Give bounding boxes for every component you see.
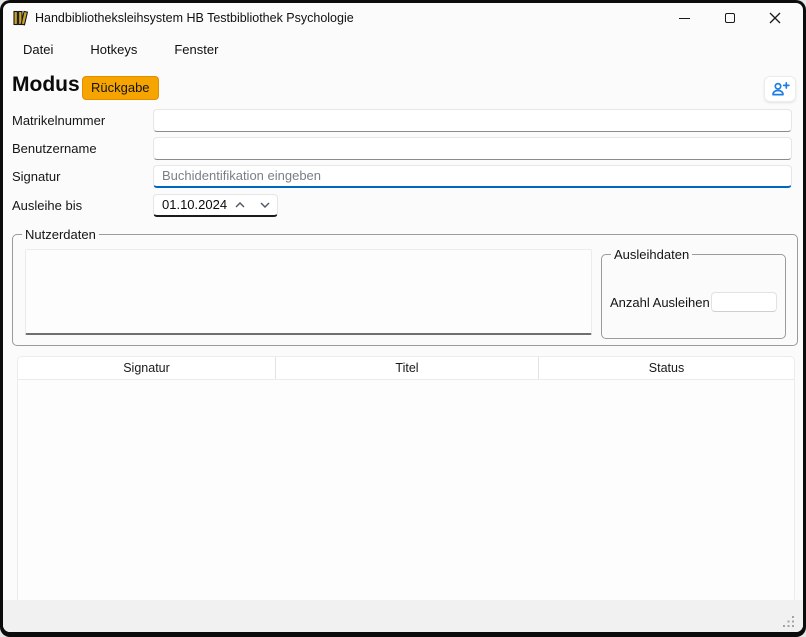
results-table: Signatur Titel Status [17, 356, 795, 603]
matrikelnummer-input[interactable] [153, 109, 792, 132]
anzahl-ausleihen-label: Anzahl Ausleihen [610, 295, 711, 310]
window-body: Handbibliotheksleihsystem HB Testbibliot… [3, 3, 803, 632]
anzahl-ausleihen-row: Anzahl Ausleihen [610, 291, 777, 313]
library-books-icon [13, 10, 29, 26]
close-icon [769, 12, 781, 24]
nutzerdaten-group-label: Nutzerdaten [22, 227, 99, 242]
anzahl-ausleihen-input[interactable] [711, 292, 777, 312]
page-title: Modus [12, 73, 80, 97]
form-row-signatur: Signatur [12, 164, 792, 188]
ausleihdaten-group: Ausleihdaten Anzahl Ausleihen [601, 254, 786, 339]
app-window: Handbibliotheksleihsystem HB Testbibliot… [0, 0, 806, 637]
nutzerdaten-textarea[interactable] [25, 249, 592, 335]
benutzername-label: Benutzername [12, 141, 153, 156]
title-bar: Handbibliotheksleihsystem HB Testbibliot… [3, 3, 803, 33]
signatur-label: Signatur [12, 169, 153, 184]
signatur-input[interactable] [153, 165, 792, 188]
menu-bar: Datei Hotkeys Fenster [3, 33, 803, 65]
window-title: Handbibliotheksleihsystem HB Testbibliot… [35, 3, 354, 33]
benutzername-input[interactable] [153, 137, 792, 160]
minimize-button[interactable] [662, 3, 707, 33]
table-body [18, 380, 794, 602]
column-header-titel[interactable]: Titel [276, 357, 539, 379]
table-header: Signatur Titel Status [18, 357, 794, 380]
date-spinner[interactable]: 01.10.2024 [153, 194, 278, 217]
status-bar [3, 600, 803, 632]
matrikelnummer-label: Matrikelnummer [12, 113, 153, 128]
menu-item-datei[interactable]: Datei [18, 39, 58, 60]
menu-item-hotkeys[interactable]: Hotkeys [85, 39, 142, 60]
ausleihe-bis-label: Ausleihe bis [12, 198, 153, 213]
date-decrement-button[interactable] [252, 195, 277, 215]
form-row-benutzername: Benutzername [12, 136, 792, 160]
mode-badge: Rückgabe [82, 76, 159, 100]
maximize-button[interactable] [707, 3, 752, 33]
form-row-ausleihe-bis: Ausleihe bis 01.10.2024 [12, 193, 792, 217]
resize-grip[interactable] [781, 614, 795, 628]
add-user-button[interactable] [764, 76, 796, 102]
ausleihdaten-group-label: Ausleihdaten [611, 247, 692, 262]
form-row-matrikelnummer: Matrikelnummer [12, 108, 792, 132]
date-value: 01.10.2024 [154, 197, 227, 212]
maximize-icon [725, 13, 735, 23]
column-header-status[interactable]: Status [539, 357, 794, 379]
chevron-up-icon [235, 202, 245, 208]
chevron-down-icon [260, 202, 270, 208]
person-add-icon [770, 81, 790, 97]
date-increment-button[interactable] [227, 195, 252, 215]
nutzerdaten-group: Nutzerdaten Ausleihdaten Anzahl Ausleihe… [12, 234, 798, 346]
minimize-icon [679, 18, 690, 19]
menu-item-fenster[interactable]: Fenster [169, 39, 223, 60]
window-controls [662, 3, 797, 33]
close-button[interactable] [752, 3, 797, 33]
column-header-signatur[interactable]: Signatur [18, 357, 276, 379]
